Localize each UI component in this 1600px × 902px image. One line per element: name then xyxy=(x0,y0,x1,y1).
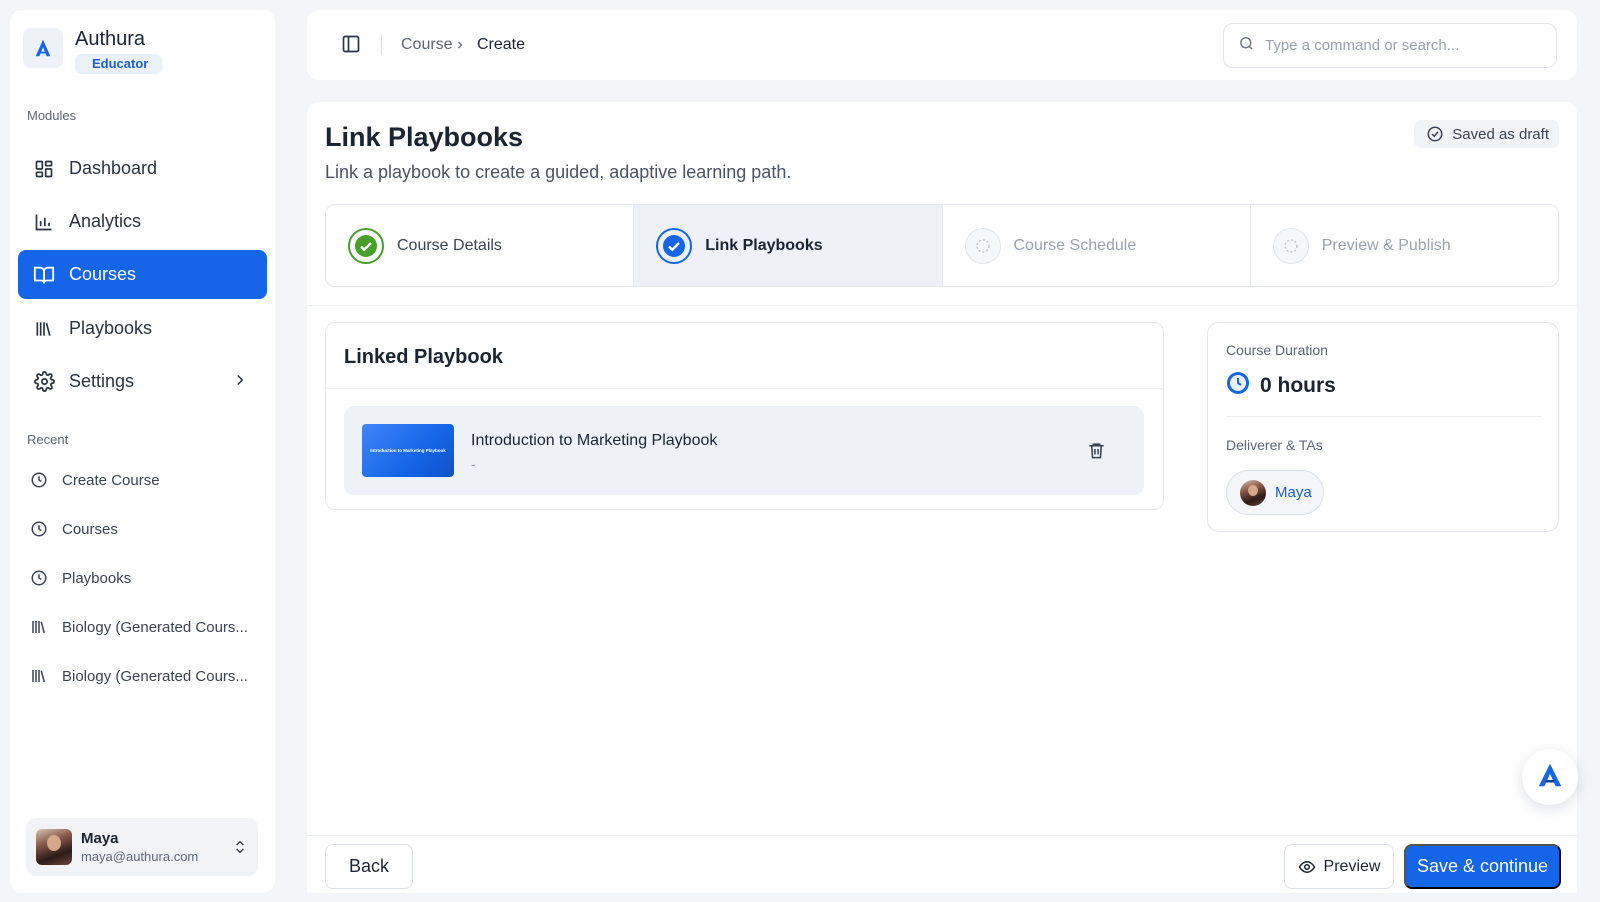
book-open-icon xyxy=(33,264,55,286)
divider xyxy=(307,835,1577,836)
sidebar-item-label: Playbooks xyxy=(69,318,153,338)
recent-item[interactable]: Biology (Generated Cours... xyxy=(30,614,248,640)
trash-icon[interactable] xyxy=(1087,441,1106,465)
sidebar-item-label: Settings xyxy=(69,371,135,391)
sidebar-toggle-icon[interactable] xyxy=(341,34,363,56)
eye-icon xyxy=(1298,858,1316,876)
user-email: maya@authura.com xyxy=(81,849,199,864)
bar-chart-icon xyxy=(33,211,55,233)
brand[interactable]: Authura Educator xyxy=(23,28,163,74)
recent-label: Recent xyxy=(27,432,69,447)
search-icon xyxy=(1238,35,1255,57)
sidebar-item-settings[interactable]: Settings xyxy=(18,357,267,406)
chevron-right-icon xyxy=(231,371,249,394)
check-circle-icon xyxy=(348,227,384,264)
page-subtitle: Link a playbook to create a guided, adap… xyxy=(325,162,792,182)
draft-status-badge: Saved as draft xyxy=(1414,120,1559,148)
search-input[interactable] xyxy=(1265,37,1535,54)
library-icon xyxy=(33,318,55,340)
divider xyxy=(1226,416,1542,417)
sidebar-item-dashboard[interactable]: Dashboard xyxy=(18,144,267,193)
linked-playbook-card: Linked Playbook Introduction to Marketin… xyxy=(325,322,1164,510)
recent-item-label: Playbooks xyxy=(62,569,132,587)
breadcrumb-create: Create xyxy=(477,36,526,53)
duration: 0 hours xyxy=(1226,371,1336,400)
step-link-playbooks[interactable]: Link Playbooks xyxy=(634,205,943,286)
step-course-schedule[interactable]: Course Schedule xyxy=(943,205,1251,286)
command-search[interactable] xyxy=(1223,23,1557,68)
team-label: Deliverer & TAs xyxy=(1226,437,1323,453)
team-member-name: Maya xyxy=(1275,484,1312,501)
role-badge: Educator xyxy=(75,54,163,74)
recent-item-label: Create Course xyxy=(62,471,160,489)
loader-circle-icon xyxy=(1272,227,1309,264)
step-label: Preview & Publish xyxy=(1321,236,1451,254)
user-name: Maya xyxy=(81,830,119,847)
sidebar: Authura Educator Modules Dashboard Analy… xyxy=(10,10,275,893)
step-preview-publish[interactable]: Preview & Publish xyxy=(1251,205,1558,286)
duration-label: Course Duration xyxy=(1226,342,1328,358)
team-member-chip[interactable]: Maya xyxy=(1226,470,1324,515)
clock-icon xyxy=(1226,371,1250,400)
avatar xyxy=(1240,479,1266,506)
clock-icon xyxy=(30,471,48,489)
recent-item-label: Biology (Generated Cours... xyxy=(62,618,248,636)
recent-item[interactable]: Courses xyxy=(30,516,118,542)
playbook-thumbnail: Introduction to Marketing Playbook xyxy=(362,424,454,477)
topbar: Course Create xyxy=(307,10,1577,80)
clock-icon xyxy=(30,520,48,538)
authura-logo-icon xyxy=(23,28,63,68)
course-info-card: Course Duration 0 hours Deliverer & TAs … xyxy=(1207,322,1559,532)
brand-name: Authura xyxy=(75,28,146,50)
sidebar-item-label: Dashboard xyxy=(69,158,158,178)
recent-item-label: Biology (Generated Cours... xyxy=(62,667,248,685)
step-label: Course Schedule xyxy=(1013,236,1137,254)
recent-item[interactable]: Create Course xyxy=(30,467,160,493)
recent-item-label: Courses xyxy=(62,520,118,538)
preview-button[interactable]: Preview xyxy=(1284,844,1394,889)
divider xyxy=(326,388,1163,389)
step-label: Link Playbooks xyxy=(705,236,823,254)
chevrons-up-down-icon xyxy=(232,838,248,861)
preview-label: Preview xyxy=(1323,857,1381,875)
sidebar-item-courses[interactable]: Courses xyxy=(18,250,267,299)
back-button[interactable]: Back xyxy=(325,844,413,889)
gear-icon xyxy=(33,371,55,393)
authura-logo-icon xyxy=(1535,760,1565,795)
playbook-name: Introduction to Marketing Playbook xyxy=(471,432,718,449)
sidebar-item-label: Courses xyxy=(69,264,137,284)
step-course-details[interactable]: Course Details xyxy=(326,205,635,286)
thumbnail-text: Introduction to Marketing Playbook xyxy=(370,448,446,453)
sidebar-item-label: Analytics xyxy=(69,211,142,231)
main-panel: Link Playbooks Link a playbook to create… xyxy=(307,102,1577,893)
modules-label: Modules xyxy=(27,108,77,123)
sidebar-item-playbooks[interactable]: Playbooks xyxy=(18,304,267,353)
page-title: Link Playbooks xyxy=(325,122,524,152)
playbook-meta: - xyxy=(471,456,476,472)
save-continue-button[interactable]: Save & continue xyxy=(1404,844,1561,889)
duration-value: 0 hours xyxy=(1260,373,1336,397)
breadcrumb-course[interactable]: Course xyxy=(401,36,453,54)
recent-item[interactable]: Playbooks xyxy=(30,565,131,591)
library-icon xyxy=(30,618,48,636)
divider xyxy=(307,305,1577,306)
clock-icon xyxy=(30,569,48,587)
loader-circle-icon xyxy=(964,227,1001,264)
avatar xyxy=(36,829,72,865)
sidebar-item-analytics[interactable]: Analytics xyxy=(18,197,267,246)
library-icon xyxy=(30,667,48,685)
linked-playbook-title: Linked Playbook xyxy=(344,346,503,368)
playbook-item[interactable]: Introduction to Marketing Playbook Intro… xyxy=(344,406,1144,495)
chevron-right-icon xyxy=(454,38,466,57)
step-label: Course Details xyxy=(397,236,502,254)
assistant-button[interactable] xyxy=(1522,749,1578,805)
stepper: Course Details Link Playbooks Course Sch… xyxy=(325,204,1559,287)
dashboard-icon xyxy=(33,158,55,180)
recent-item[interactable]: Biology (Generated Cours... xyxy=(30,663,248,689)
draft-status-text: Saved as draft xyxy=(1452,125,1549,143)
check-circle-icon xyxy=(1426,125,1444,143)
user-menu[interactable]: Maya maya@authura.com xyxy=(26,818,258,876)
check-circle-icon xyxy=(656,227,693,264)
divider xyxy=(381,35,382,55)
